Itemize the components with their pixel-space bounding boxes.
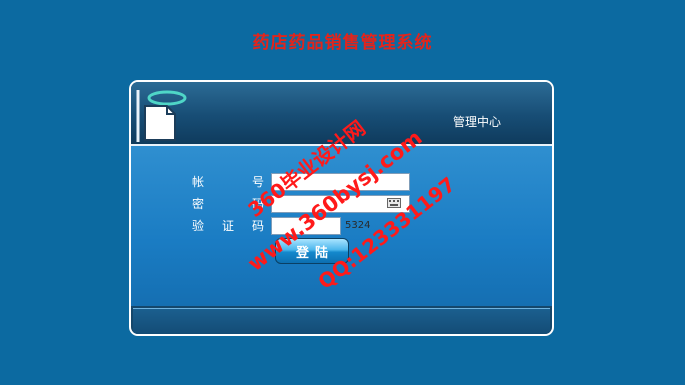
captcha-label: 验证码 <box>192 217 264 234</box>
captcha-label-text: 验证码 <box>192 219 264 233</box>
password-label-text: 密码 <box>192 197 264 211</box>
account-label: 帐号 <box>192 173 264 190</box>
login-form: 帐号 密码 验证码 5324 登陆 <box>129 80 554 336</box>
account-input[interactable] <box>271 173 410 191</box>
keyboard-icon[interactable] <box>387 198 401 208</box>
captcha-input[interactable] <box>271 217 341 235</box>
account-label-text: 帐号 <box>192 175 264 189</box>
captcha-code[interactable]: 5324 <box>345 220 370 231</box>
login-button[interactable]: 登陆 <box>275 238 349 264</box>
app-title: 药店药品销售管理系统 <box>252 33 433 53</box>
password-label: 密码 <box>192 195 264 212</box>
